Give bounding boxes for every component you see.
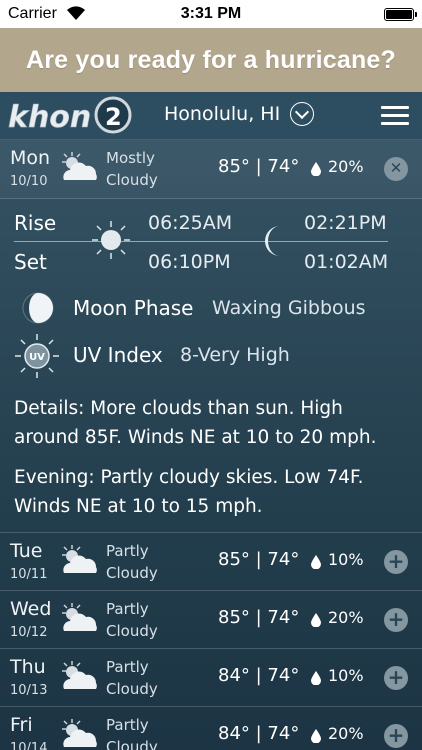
raindrop-icon [311, 162, 321, 176]
day-date: 10/11 [10, 567, 48, 582]
partly-cloudy-icon [62, 719, 97, 747]
day-row[interactable]: Thu 10/13 Partly Cloudy 84° | 74° 10% + [0, 649, 422, 707]
svg-text:2: 2 [105, 103, 122, 131]
precip-chance: 20% [328, 157, 364, 176]
uv-index-icon: UV [15, 334, 59, 378]
condition-text: Partly Cloudy [106, 716, 158, 750]
rise-label: Rise [14, 211, 57, 235]
app-header: khon 2 Honolulu, HI [0, 92, 422, 140]
precip-chance: 10% [328, 666, 364, 685]
uv-index-value: 8-Very High [180, 344, 290, 366]
moon-phase-icon [22, 292, 54, 324]
partly-cloudy-icon [62, 545, 97, 573]
menu-icon[interactable] [381, 106, 409, 126]
day-name: Tue [10, 540, 43, 562]
day-name: Fri [10, 714, 33, 736]
condition-text: Partly Cloudy [106, 600, 158, 640]
condition-text: Partly Cloudy [106, 542, 158, 582]
rise-set-divider [14, 241, 388, 242]
precip-chance: 10% [328, 550, 364, 569]
day-name: Thu [10, 656, 46, 678]
expand-icon[interactable]: + [384, 550, 408, 574]
day-date: 10/14 [10, 741, 48, 750]
partly-cloudy-icon [62, 661, 97, 689]
status-time: 3:31 PM [180, 5, 242, 22]
khon2-logo[interactable]: khon 2 [6, 94, 134, 138]
status-bar: Carrier 3:31 PM [0, 0, 422, 28]
condition-text: Partly Cloudy [106, 658, 158, 698]
expand-icon[interactable]: + [384, 666, 408, 690]
day-date: 10/12 [10, 625, 48, 640]
divider [0, 198, 422, 199]
evening-text: Evening: Partly cloudy skies. Low 74F. W… [14, 467, 364, 517]
uv-index-label: UV Index [73, 343, 163, 367]
day-name: Mon [10, 147, 51, 169]
temperature-range: 85° | 74° [218, 156, 300, 177]
expand-icon[interactable]: + [384, 724, 408, 748]
moon-phase-value: Waxing Gibbous [212, 297, 366, 319]
chevron-down-icon[interactable] [290, 102, 314, 126]
precip-chance: 20% [328, 724, 364, 743]
location-label[interactable]: Honolulu, HI [164, 103, 280, 125]
close-icon[interactable]: ✕ [384, 157, 408, 181]
raindrop-icon [311, 613, 321, 627]
set-label: Set [14, 250, 47, 274]
sun-icon [92, 221, 130, 259]
moon-phase-label: Moon Phase [73, 296, 194, 320]
moon-icon [265, 226, 280, 256]
sunrise-time: 06:25AM [148, 212, 233, 234]
temperature-range: 84° | 74° [218, 665, 300, 686]
mostly-cloudy-icon [62, 152, 97, 180]
day-date: 10/13 [10, 683, 48, 698]
temperature-range: 84° | 74° [218, 723, 300, 744]
day-row[interactable]: Tue 10/11 Partly Cloudy 85° | 74° 10% + [0, 533, 422, 591]
temperature-range: 85° | 74° [218, 607, 300, 628]
precip-chance: 20% [328, 608, 364, 627]
condition-text: Mostly Cloudy [106, 149, 158, 189]
banner-text: Are you ready for a hurricane? [25, 45, 396, 74]
day-row[interactable]: Wed 10/12 Partly Cloudy 85° | 74° 20% + [0, 591, 422, 649]
raindrop-icon [311, 671, 321, 685]
svg-text:khon: khon [8, 100, 91, 135]
expand-icon[interactable]: + [384, 608, 408, 632]
moonset-time: 01:02AM [304, 251, 389, 273]
day-row-today[interactable]: Mon 10/10 Mostly Cloudy 85° | 74° 20% ✕ [0, 140, 422, 198]
day-name: Wed [10, 598, 52, 620]
details-text: Details: More clouds than sun. High arou… [14, 398, 377, 448]
partly-cloudy-icon [62, 603, 97, 631]
hurricane-banner[interactable]: Are you ready for a hurricane? [0, 28, 422, 92]
moonrise-time: 02:21PM [304, 212, 387, 234]
sunset-time: 06:10PM [148, 251, 231, 273]
uv-icon-text: UV [29, 352, 45, 363]
day-row[interactable]: Fri 10/14 Partly Cloudy 84° | 74° 20% + [0, 707, 422, 750]
raindrop-icon [311, 729, 321, 743]
temperature-range: 85° | 74° [218, 549, 300, 570]
battery-icon [384, 8, 417, 21]
day-date: 10/10 [10, 174, 48, 189]
raindrop-icon [311, 555, 321, 569]
